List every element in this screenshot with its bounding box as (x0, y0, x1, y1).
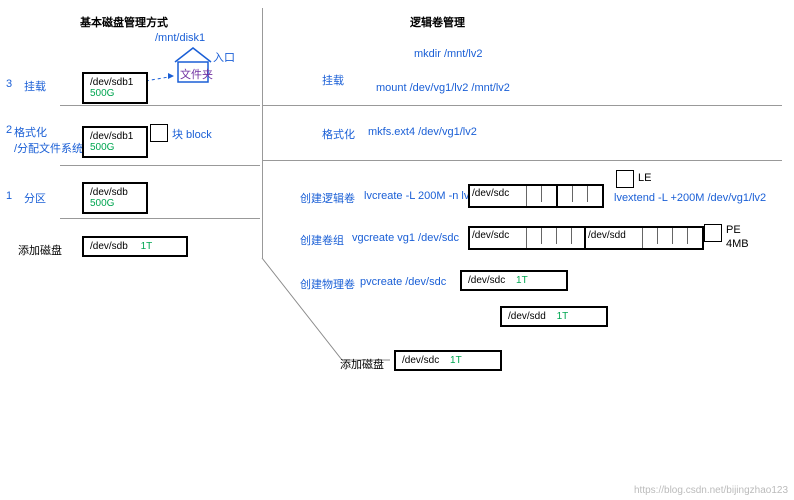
vg-grid-d: /dev/sdd (584, 226, 704, 250)
disk-sdb-add: /dev/sdb 1T (82, 236, 188, 257)
right-hline-mid (262, 160, 782, 161)
r-mkdir: mkdir /mnt/lv2 (414, 48, 482, 60)
disk-sdb1-1: /dev/sdb1 500G (82, 72, 148, 104)
lvextend-cmd: lvextend -L +200M /dev/vg1/lv2 (614, 192, 766, 204)
entry-label: 入口 (213, 49, 235, 65)
size: 1T (516, 275, 528, 286)
right-hline-top (262, 105, 782, 106)
dev: /dev/sdc (470, 186, 527, 206)
r-vg-label: 创建卷组 (300, 232, 344, 248)
title-left: 基本磁盘管理方式 (80, 14, 168, 30)
size: 1T (557, 311, 569, 322)
dev: /dev/sdc (402, 355, 439, 366)
left-hline3 (60, 218, 260, 219)
size: 1T (450, 355, 462, 366)
step3-text: 挂载 (24, 78, 46, 94)
size: 500G (90, 198, 114, 209)
step1-num: 1 (6, 190, 12, 202)
size: 500G (90, 88, 114, 99)
step1-text: 分区 (24, 190, 46, 206)
r-vg-cmd: vgcreate vg1 /dev/sdc (352, 232, 459, 244)
vg-grid-c: /dev/sdc (468, 226, 588, 250)
size: 500G (90, 142, 114, 153)
pe-box (704, 224, 722, 242)
lv-grid-2 (556, 184, 604, 208)
le-label: LE (638, 172, 651, 184)
r-format-cmd: mkfs.ext4 /dev/vg1/lv2 (368, 126, 477, 138)
center-vline (262, 8, 263, 258)
block-label: 块 block (172, 126, 212, 142)
dev: /dev/sdc (468, 275, 505, 286)
mountpoint-path: /mnt/disk1 (155, 32, 205, 44)
folder-label: 文件夹 (180, 66, 213, 82)
dev: /dev/sdb1 (90, 131, 133, 142)
r-pv-label: 创建物理卷 (300, 276, 355, 292)
watermark: https://blog.csdn.net/bijingzhao123 (634, 485, 788, 496)
r-lv-label: 创建逻辑卷 (300, 190, 355, 206)
size: 1T (141, 241, 153, 252)
adddisk-box-right: /dev/sdc 1T (394, 350, 502, 371)
r-pv-cmd: pvcreate /dev/sdc (360, 276, 446, 288)
dev: /dev/sdd (508, 311, 546, 322)
adddisk-label-left: 添加磁盘 (18, 242, 62, 258)
block-icon (150, 124, 168, 142)
left-hline1 (60, 105, 260, 106)
left-hline2 (60, 165, 260, 166)
pe-label: PE (726, 224, 741, 236)
r-mount-label: 挂载 (322, 72, 344, 88)
disk-sdb-part: /dev/sdb 500G (82, 182, 148, 214)
step3-num: 3 (6, 78, 12, 90)
le-box (616, 170, 634, 188)
dev: /dev/sdb (90, 187, 128, 198)
title-right: 逻辑卷管理 (410, 14, 465, 30)
adddisk-label-right: 添加磁盘 (340, 356, 384, 372)
pv-box-d: /dev/sdd 1T (500, 306, 608, 327)
pe-size: 4MB (726, 238, 749, 250)
disk-sdb1-2: /dev/sdb1 500G (82, 126, 148, 158)
step2-num: 2 (6, 124, 12, 136)
dev: /dev/sdd (586, 228, 643, 248)
lv-grid-1: /dev/sdc (468, 184, 558, 208)
r-mountcmd: mount /dev/vg1/lv2 /mnt/lv2 (376, 82, 510, 94)
r-format-label: 格式化 (322, 126, 355, 142)
dev: /dev/sdb1 (90, 77, 133, 88)
pv-box-c: /dev/sdc 1T (460, 270, 568, 291)
dev: /dev/sdb (90, 241, 128, 252)
step2-text: 格式化 /分配文件系统 (14, 124, 83, 156)
dev: /dev/sdc (470, 228, 527, 248)
